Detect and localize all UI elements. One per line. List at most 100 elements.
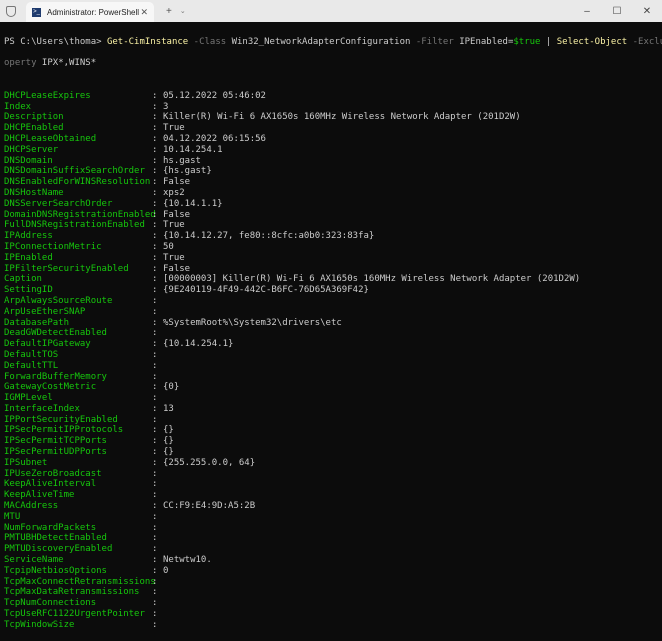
separator: : <box>152 565 158 576</box>
property-name: ServiceName <box>4 555 64 566</box>
tab-powershell[interactable]: >_ Administrator: PowerShell ✕ <box>26 2 154 22</box>
terminal-output[interactable]: PS C:\Users\thoma> Get-CimInstance -Clas… <box>4 26 662 641</box>
property-name: KeepAliveInterval <box>4 479 97 490</box>
property-row: TcpMaxDataRetransmissions: <box>4 587 660 598</box>
tab-title: Administrator: PowerShell <box>47 7 140 17</box>
property-row: IGMPLevel: <box>4 393 660 404</box>
property-name: IPSecPermitUDPPorts <box>4 447 107 458</box>
separator: : <box>152 587 158 598</box>
maximize-button[interactable]: ☐ <box>602 6 632 17</box>
property-row: IPSecPermitUDPPorts: {} <box>4 447 660 458</box>
separator: : <box>152 252 158 263</box>
property-value: {} <box>163 425 174 436</box>
property-name: Index <box>4 101 32 112</box>
property-name: IPUseZeroBroadcast <box>4 468 102 479</box>
property-row: ServiceName: Netwtw10. <box>4 555 660 566</box>
tab-close-icon[interactable]: ✕ <box>140 7 148 18</box>
property-name: TcpMaxConnectRetransmissions <box>4 576 156 587</box>
property-row: TcpipNetbiosOptions:0 <box>4 566 660 577</box>
separator: : <box>152 479 158 490</box>
property-value: 10.14.254.1 <box>163 144 223 155</box>
separator: : <box>152 112 158 123</box>
separator: : <box>152 501 158 512</box>
property-name: DNSDomain <box>4 155 53 166</box>
property-row: PMTUBHDetectEnabled: <box>4 533 660 544</box>
property-row: TcpUseRFC1122UrgentPointer: <box>4 609 660 620</box>
property-row: DHCPLeaseObtained:04.12.2022 06:15:56 <box>4 134 660 145</box>
property-row: IPPortSecurityEnabled: <box>4 415 660 426</box>
argument: IPEnabled= <box>459 36 514 47</box>
separator: : <box>152 393 158 404</box>
property-row: ArpAlwaysSourceRoute: <box>4 296 660 307</box>
property-name: IGMPLevel <box>4 393 53 404</box>
separator: : <box>152 166 158 177</box>
property-row: DatabasePath: %SystemRoot%\System32\drive… <box>4 318 660 329</box>
property-value: %SystemRoot%\System32\drivers\etc <box>163 317 342 328</box>
property-row: DefaultIPGateway: {10.14.254.1} <box>4 339 660 350</box>
property-value: {9E240119-4F49-442C-B6FC-76D65A369F42} <box>163 285 369 296</box>
chevron-down-icon[interactable]: ⌄ <box>180 7 186 15</box>
separator: : <box>152 155 158 166</box>
property-value: {0} <box>163 382 180 393</box>
property-row: IPEnabled: True <box>4 253 660 264</box>
separator: : <box>152 209 158 220</box>
property-row: IPSubnet: {255.255.0.0, 64} <box>4 458 660 469</box>
property-row: IPAddress: {10.14.12.27, fe80::8cfc:a0b0:… <box>4 231 660 242</box>
property-name: DefaultIPGateway <box>4 339 91 350</box>
property-row: DNSEnabledForWINSResolution: False <box>4 177 660 188</box>
property-name: KeepAliveTime <box>4 490 75 501</box>
property-name: MACAddress <box>4 501 59 512</box>
property-name: DNSDomainSuffixSearchOrder <box>4 166 145 177</box>
property-name: MTU <box>4 511 21 522</box>
property-name: IPSecPermitTCPPorts <box>4 436 107 447</box>
variable: $true <box>513 36 541 47</box>
separator: : <box>152 274 158 285</box>
separator: : <box>152 177 158 188</box>
property-value: 0 <box>163 565 169 576</box>
close-button[interactable]: ✕ <box>632 6 662 17</box>
property-value: True <box>163 252 185 263</box>
new-tab-button[interactable]: + <box>166 6 172 17</box>
property-value: True <box>163 123 185 134</box>
property-name: InterfaceIndex <box>4 403 80 414</box>
separator: : <box>152 285 158 296</box>
property-name: NumForwardPackets <box>4 522 97 533</box>
separator: : <box>152 511 158 522</box>
property-row: DNSDomain: hs.gast <box>4 156 660 167</box>
property-name: ForwardBufferMemory <box>4 371 107 382</box>
property-row: DNSHostName: xps2 <box>4 188 660 199</box>
property-row: GatewayCostMetric: {0} <box>4 382 660 393</box>
property-name: ArpUseEtherSNAP <box>4 306 86 317</box>
property-value: {255.255.0.0, 64} <box>163 457 256 468</box>
property-list: DHCPLeaseExpires:05.12.2022 05:46:02 Inde… <box>4 91 660 631</box>
property-row: ArpUseEtherSNAP: <box>4 307 660 318</box>
property-name: DeadGWDetectEnabled <box>4 328 107 339</box>
property-row: DHCPServer:10.14.254.1 <box>4 145 660 156</box>
property-name: DatabasePath <box>4 317 70 328</box>
property-name: DHCPLeaseExpires <box>4 90 91 101</box>
property-value: {} <box>163 447 174 458</box>
separator: : <box>152 382 158 393</box>
separator: : <box>152 328 158 339</box>
property-row: DefaultTTL: <box>4 361 660 372</box>
property-name: TcpUseRFC1122UrgentPointer <box>4 609 145 620</box>
separator: : <box>152 263 158 274</box>
property-row: Caption: [00000003] Killer(R) Wi-Fi 6 AX1… <box>4 274 660 285</box>
minimize-button[interactable]: – <box>572 6 602 17</box>
property-value: xps2 <box>163 187 185 198</box>
prompt: PS C:\Users\thoma> <box>4 36 107 47</box>
parameter: operty <box>4 58 37 69</box>
separator: : <box>152 123 158 134</box>
property-row: KeepAliveInterval: <box>4 479 660 490</box>
separator: : <box>152 349 158 360</box>
pipe: | <box>540 36 557 47</box>
property-row: SettingID: {9E240119-4F49-442C-B6FC-76D65… <box>4 285 660 296</box>
property-name: IPFilterSecurityEnabled <box>4 263 129 274</box>
property-row: ForwardBufferMemory: <box>4 372 660 383</box>
separator: : <box>152 133 158 144</box>
separator: : <box>152 414 158 425</box>
parameter: -ExcludePr <box>632 36 662 47</box>
command-line-wrap: operty IPX*,WINS* <box>4 58 660 69</box>
separator: : <box>152 457 158 468</box>
property-name: DefaultTTL <box>4 360 59 371</box>
